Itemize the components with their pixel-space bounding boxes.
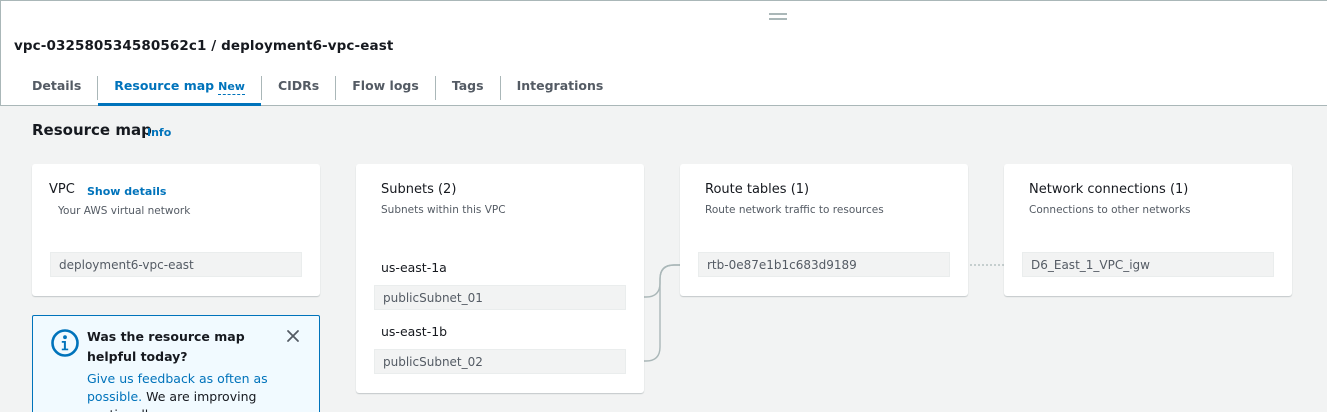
- close-icon[interactable]: [285, 328, 301, 344]
- route-table-node[interactable]: rtb-0e87e1b1c683d9189: [698, 252, 950, 277]
- info-link[interactable]: Info: [147, 126, 171, 139]
- tab-cidrs-label: CIDRs: [277, 78, 320, 93]
- subnet-node[interactable]: publicSubnet_01: [374, 285, 626, 310]
- tab-flow-logs-label: Flow logs: [352, 78, 419, 93]
- resource-map-heading: Resource map: [32, 121, 152, 139]
- subnet-node[interactable]: publicSubnet_02: [374, 349, 626, 374]
- vpc-card: VPC Show details Your AWS virtual networ…: [32, 164, 320, 296]
- internet-gateway-node[interactable]: D6_East_1_VPC_igw: [1022, 252, 1274, 277]
- feedback-body: Give us feedback as often as possible. W…: [87, 370, 287, 412]
- network-connections-card-subtitle: Connections to other networks: [1029, 204, 1191, 216]
- show-details-link[interactable]: Show details: [87, 185, 166, 198]
- route-tables-card: Route tables (1) Route network traffic t…: [680, 164, 968, 296]
- subnets-card-title: Subnets (2): [381, 182, 457, 197]
- page-title: vpc-032580534580562c1 / deployment6-vpc-…: [14, 38, 394, 54]
- tab-resource-map-label: Resource map: [114, 78, 215, 93]
- tab-bar: Details Resource map New CIDRs Flow logs …: [16, 68, 620, 106]
- tab-tags-label: Tags: [451, 78, 484, 93]
- tab-tags[interactable]: Tags: [436, 68, 500, 105]
- network-connections-card-title: Network connections (1): [1029, 182, 1189, 197]
- vpc-card-subtitle: Your AWS virtual network: [58, 205, 191, 217]
- route-tables-card-title: Route tables (1): [705, 182, 810, 197]
- vpc-card-title: VPC: [49, 182, 75, 197]
- availability-zone-label: us-east-1b: [381, 324, 448, 339]
- tab-integrations-label: Integrations: [516, 78, 604, 93]
- feedback-title: Was the resource map helpful today?: [87, 329, 245, 364]
- tab-resource-map[interactable]: Resource map New: [98, 68, 261, 106]
- route-tables-card-subtitle: Route network traffic to resources: [705, 204, 884, 216]
- network-connections-card: Network connections (1) Connections to o…: [1004, 164, 1292, 296]
- info-icon: [51, 329, 79, 357]
- tab-details-label: Details: [32, 78, 82, 93]
- tab-details[interactable]: Details: [16, 68, 97, 105]
- tab-cidrs[interactable]: CIDRs: [262, 68, 335, 105]
- resize-handle-icon[interactable]: [769, 13, 787, 20]
- feedback-alert: Was the resource map helpful today? Give…: [32, 315, 320, 412]
- new-badge: New: [218, 80, 245, 95]
- availability-zone-label: us-east-1a: [381, 260, 447, 275]
- vpc-node[interactable]: deployment6-vpc-east: [50, 252, 302, 277]
- tab-flow-logs[interactable]: Flow logs: [336, 68, 435, 105]
- subnets-card: Subnets (2) Subnets within this VPC us-e…: [356, 164, 644, 393]
- tab-integrations[interactable]: Integrations: [501, 68, 620, 105]
- subnets-card-subtitle: Subnets within this VPC: [381, 204, 506, 216]
